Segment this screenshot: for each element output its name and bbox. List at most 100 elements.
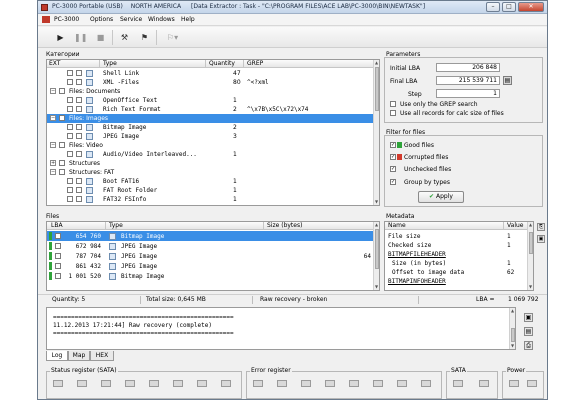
category-checkbox[interactable] <box>67 196 73 202</box>
walk-icon[interactable]: ⚑ <box>138 31 151 44</box>
log-print-icon[interactable]: ⎙ <box>524 341 533 350</box>
log-scrollbar[interactable]: ▲ ▼ <box>509 308 515 349</box>
category-row[interactable]: JPEG Image 3 <box>47 132 379 141</box>
ext-checkbox[interactable] <box>76 187 82 193</box>
category-row[interactable]: OpenOffice Text 1 <box>47 96 379 105</box>
category-checkbox[interactable] <box>67 106 73 112</box>
category-checkbox[interactable] <box>67 151 73 157</box>
unchecked-files-checkbox[interactable]: ✓ <box>390 166 396 172</box>
col-ext[interactable]: EXT <box>49 60 60 68</box>
save-metadata-icon[interactable]: ▣ <box>537 235 545 243</box>
col-lba[interactable]: LBA <box>51 222 63 230</box>
col-quantity[interactable]: Quantity <box>209 60 235 68</box>
category-row[interactable]: − Files: Images <box>47 114 379 123</box>
ext-checkbox[interactable] <box>76 124 82 130</box>
metadata-row[interactable]: Offset to image data 62 <box>385 268 533 277</box>
category-checkbox[interactable] <box>67 133 73 139</box>
category-checkbox[interactable] <box>67 97 73 103</box>
category-checkbox[interactable] <box>67 187 73 193</box>
expand-toggle-icon[interactable]: − <box>50 115 56 121</box>
category-row[interactable]: Audio/Video Interleaved... 1 <box>47 150 379 159</box>
copy-metadata-icon[interactable]: ⎘ <box>537 223 545 231</box>
metadata-row[interactable]: BITMAPFILEHEADER <box>385 250 533 259</box>
category-row[interactable]: FAT Root Folder 1 <box>47 186 379 195</box>
good-files-checkbox[interactable]: ✓ <box>390 142 396 148</box>
category-row[interactable]: − Files: Video <box>47 141 379 150</box>
file-checkbox[interactable] <box>55 243 61 249</box>
log-clear-icon[interactable]: ▤ <box>524 327 533 336</box>
file-checkbox[interactable] <box>55 233 61 239</box>
menu-pc3000[interactable]: PC-3000 <box>54 16 79 23</box>
group-by-types-checkbox[interactable]: ✓ <box>390 179 396 185</box>
ext-checkbox[interactable] <box>76 70 82 76</box>
menu-service[interactable]: Service <box>120 16 142 23</box>
menu-windows[interactable]: Windows <box>148 16 175 23</box>
col-meta-value[interactable]: Value <box>507 222 523 230</box>
category-checkbox[interactable] <box>59 160 65 166</box>
minimize-button[interactable]: – <box>486 2 500 12</box>
expand-toggle-icon[interactable]: − <box>50 142 56 148</box>
flag-dropdown-icon[interactable]: ⚐▾ <box>166 31 179 44</box>
grep-only-checkbox[interactable] <box>390 101 396 107</box>
category-row[interactable]: Bitmap Image 2 <box>47 123 379 132</box>
category-row[interactable]: Boot FAT16 1 <box>47 177 379 186</box>
calc-size-checkbox[interactable] <box>390 110 396 116</box>
metadata-row[interactable]: Checked size 1 <box>385 241 533 250</box>
file-row[interactable]: 1 001 520 Bitmap Image <box>47 271 379 281</box>
max-lba-icon[interactable]: ▤ <box>503 76 512 85</box>
menu-help[interactable]: Help <box>181 16 195 23</box>
tab-map[interactable]: Map <box>68 351 90 361</box>
category-checkbox[interactable] <box>59 169 65 175</box>
category-checkbox[interactable] <box>67 124 73 130</box>
category-checkbox[interactable] <box>59 88 65 94</box>
category-checkbox[interactable] <box>67 178 73 184</box>
expand-toggle-icon[interactable]: − <box>50 169 56 175</box>
step-field[interactable]: 1 <box>436 89 500 98</box>
metadata-row[interactable]: BITMAPINFOHEADER <box>385 277 533 286</box>
col-type[interactable]: Type <box>103 60 117 68</box>
initial-lba-field[interactable]: 206 848 <box>436 63 500 72</box>
corrupted-files-checkbox[interactable]: ✓ <box>390 154 396 160</box>
maximize-button[interactable]: □ <box>502 2 516 12</box>
metadata-row[interactable]: Size (in bytes) 1 <box>385 259 533 268</box>
play-icon[interactable]: ▶ <box>54 31 67 44</box>
category-row[interactable]: FAT32 FSInfo 1 <box>47 195 379 204</box>
file-checkbox[interactable] <box>55 263 61 269</box>
tab-log[interactable]: Log <box>46 351 68 361</box>
apply-button[interactable]: ✔ Apply <box>418 191 464 203</box>
file-row[interactable]: 672 984 JPEG Image <box>47 241 379 251</box>
tab-hex[interactable]: HEX <box>90 351 114 361</box>
stop-icon[interactable]: ■ <box>94 31 107 44</box>
category-row[interactable]: + Structures <box>47 159 379 168</box>
categories-scrollbar[interactable]: ▲ ▼ <box>373 60 379 205</box>
category-checkbox[interactable] <box>59 142 65 148</box>
ext-checkbox[interactable] <box>76 97 82 103</box>
category-checkbox[interactable] <box>59 115 65 121</box>
category-row[interactable]: Rich Text Format 2 ^\x7B\x5C\x72\x74 <box>47 105 379 114</box>
col-meta-name[interactable]: Name <box>388 222 406 230</box>
final-lba-field[interactable]: 215 539 711 <box>436 76 500 85</box>
file-row[interactable]: 861 432 JPEG Image <box>47 261 379 271</box>
expand-toggle-icon[interactable]: − <box>50 88 56 94</box>
ext-checkbox[interactable] <box>76 178 82 184</box>
category-checkbox[interactable] <box>67 79 73 85</box>
file-checkbox[interactable] <box>55 273 61 279</box>
metadata-scrollbar[interactable]: ▲ ▼ <box>527 222 533 290</box>
file-row[interactable]: 654 760 Bitmap Image <box>47 231 379 241</box>
file-checkbox[interactable] <box>55 253 61 259</box>
ext-checkbox[interactable] <box>76 106 82 112</box>
ext-checkbox[interactable] <box>76 151 82 157</box>
tools-icon[interactable]: ⚒ <box>118 31 131 44</box>
metadata-row[interactable]: File size 1 <box>385 232 533 241</box>
col-grep[interactable]: GREP <box>247 60 263 68</box>
ext-checkbox[interactable] <box>76 196 82 202</box>
category-row[interactable]: Shell Link 47 <box>47 69 379 78</box>
ext-checkbox[interactable] <box>76 79 82 85</box>
category-row[interactable]: XML -Files 80 ^<?xml <box>47 78 379 87</box>
close-button[interactable]: ✕ <box>518 2 544 12</box>
files-scrollbar[interactable]: ▲ ▼ <box>373 222 379 290</box>
file-row[interactable]: 787 704 JPEG Image 64 <box>47 251 379 261</box>
ext-checkbox[interactable] <box>76 133 82 139</box>
col-file-type[interactable]: Type <box>109 222 123 230</box>
log-save-icon[interactable]: ▣ <box>524 313 533 322</box>
